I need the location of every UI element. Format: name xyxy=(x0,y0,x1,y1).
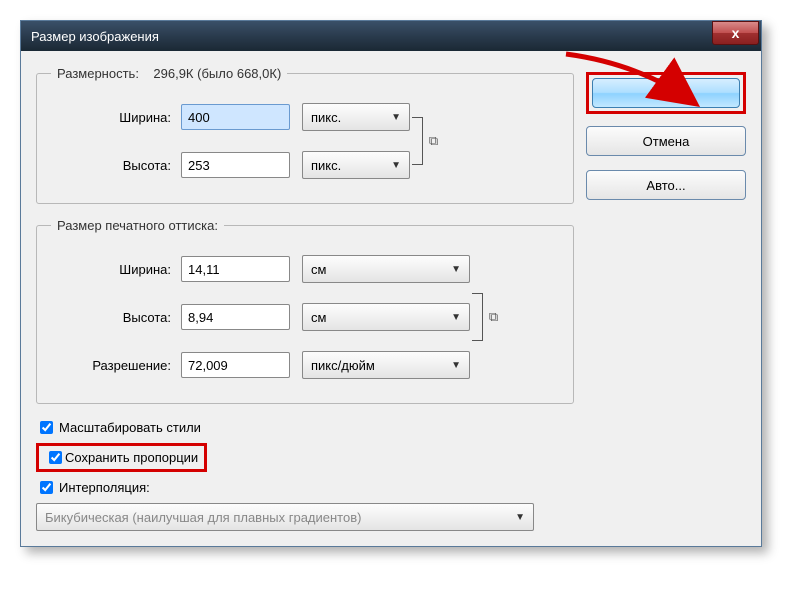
dialog-title: Размер изображения xyxy=(31,29,159,44)
constrain-proportions-checkbox[interactable] xyxy=(49,451,62,464)
pixel-width-input[interactable] xyxy=(181,104,290,130)
titlebar: Размер изображения x xyxy=(21,21,761,51)
pixel-width-unit-select[interactable]: пикс. ▼ xyxy=(302,103,410,131)
resample-checkbox-row: Интерполяция: xyxy=(36,478,574,497)
scale-styles-checkbox-row: Масштабировать стили xyxy=(36,418,574,437)
chevron-down-icon: ▼ xyxy=(451,312,461,323)
print-width-label: Ширина: xyxy=(51,262,171,277)
resolution-unit-select[interactable]: пикс/дюйм ▼ xyxy=(302,351,470,379)
chevron-down-icon: ▼ xyxy=(451,264,461,275)
chevron-down-icon: ▼ xyxy=(391,112,401,123)
close-icon: x xyxy=(732,25,740,41)
interpolation-select[interactable]: Бикубическая (наилучшая для плавных град… xyxy=(36,503,534,531)
close-button[interactable]: x xyxy=(712,21,759,45)
print-width-unit-select[interactable]: см ▼ xyxy=(302,255,470,283)
chevron-down-icon: ▼ xyxy=(391,160,401,171)
print-height-unit-select[interactable]: см ▼ xyxy=(302,303,470,331)
print-size-legend: Размер печатного оттиска: xyxy=(51,218,224,233)
resolution-label: Разрешение: xyxy=(51,358,171,373)
cancel-button[interactable]: Отмена xyxy=(586,126,746,156)
print-height-input[interactable] xyxy=(181,304,290,330)
ok-button-highlighted: ОК xyxy=(586,72,746,114)
interpolation-selected: Бикубическая (наилучшая для плавных град… xyxy=(45,510,361,525)
width-label: Ширина: xyxy=(51,110,171,125)
resample-checkbox[interactable] xyxy=(40,481,53,494)
pixel-dimensions-group: Размерность: 296,9К (было 668,0К) Ширина… xyxy=(36,66,574,204)
constrain-link-icon: ⧉ xyxy=(410,117,440,165)
constrain-proportions-label: Сохранить пропорции xyxy=(65,450,198,465)
auto-button[interactable]: Авто... xyxy=(586,170,746,200)
pixel-height-unit-select[interactable]: пикс. ▼ xyxy=(302,151,410,179)
resolution-input[interactable] xyxy=(181,352,290,378)
print-width-input[interactable] xyxy=(181,256,290,282)
pixel-height-input[interactable] xyxy=(181,152,290,178)
print-size-group: Размер печатного оттиска: Ширина: см ▼ xyxy=(36,218,574,404)
pixel-dimensions-legend: Размерность: 296,9К (было 668,0К) xyxy=(51,66,287,81)
image-size-dialog: Размер изображения x Размерность: 296,9К… xyxy=(20,20,762,547)
resample-label: Интерполяция: xyxy=(59,480,150,495)
scale-styles-checkbox[interactable] xyxy=(40,421,53,434)
scale-styles-label: Масштабировать стили xyxy=(59,420,201,435)
chevron-down-icon: ▼ xyxy=(451,360,461,371)
constrain-highlighted: Сохранить пропорции xyxy=(36,443,207,472)
constrain-link-icon: ⧉ xyxy=(470,271,500,363)
ok-button[interactable]: ОК xyxy=(592,78,740,108)
height-label: Высота: xyxy=(51,158,171,173)
print-height-label: Высота: xyxy=(51,310,171,325)
chevron-down-icon: ▼ xyxy=(515,512,525,523)
